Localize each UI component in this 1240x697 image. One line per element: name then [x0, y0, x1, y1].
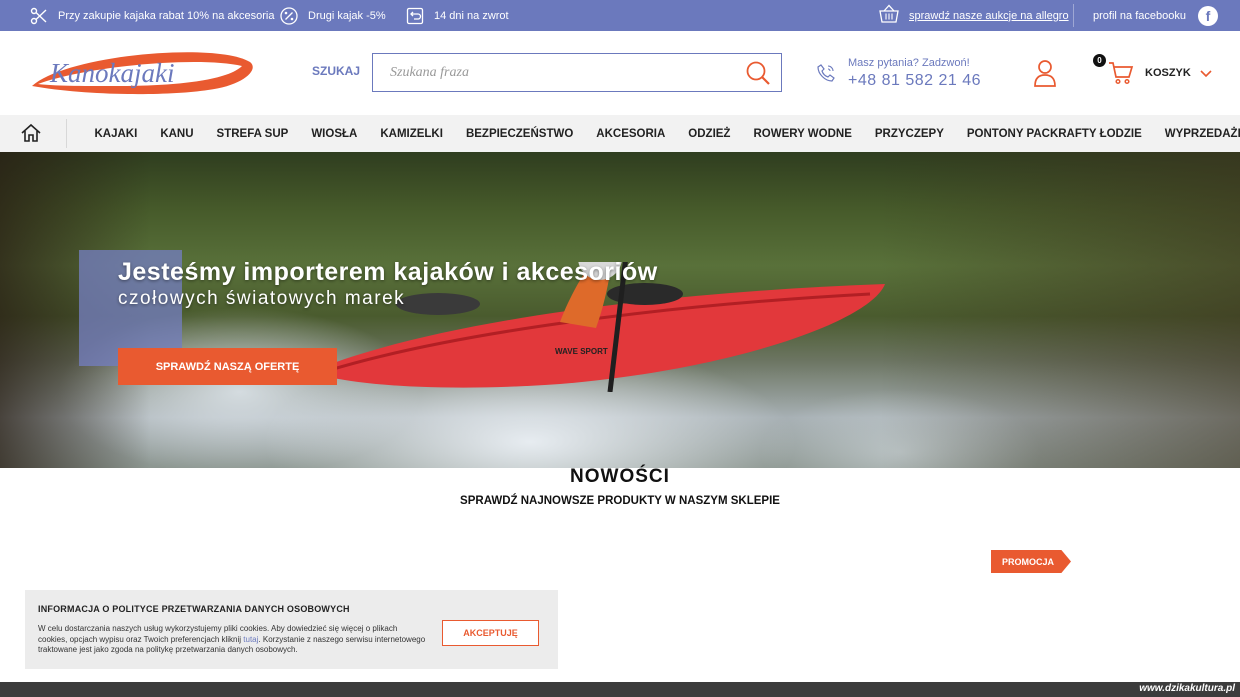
search-box	[372, 53, 782, 92]
search-label: SZUKAJ	[312, 64, 361, 78]
cookie-title: INFORMACJA O POLITYCE PRZETWARZANIA DANY…	[38, 604, 350, 614]
nav-item-akcesoria[interactable]: AKCESORIA	[585, 128, 677, 140]
hero-subtitle: czołowych światowych marek	[118, 288, 406, 309]
promo-text: 14 dni na zwrot	[434, 9, 509, 22]
search-icon[interactable]	[745, 60, 771, 86]
promo-discount: Przy zakupie kajaka rabat 10% na akcesor…	[30, 0, 274, 31]
nav-item-kanu[interactable]: KANU	[149, 128, 205, 140]
phone-question: Masz pytania? Zadzwoń!	[848, 57, 970, 69]
phone-number[interactable]: +48 81 582 21 46	[848, 72, 981, 90]
site-header: Kanokajaki SZUKAJ Masz pytania? Zadzwoń!…	[0, 31, 1240, 115]
facebook-icon[interactable]: f	[1197, 5, 1218, 26]
kayak-brand-label: WAVE SPORT	[555, 347, 608, 356]
logo-text: Kanokajaki	[49, 58, 174, 88]
offer-button[interactable]: SPRAWDŹ NASZĄ OFERTĘ	[118, 348, 337, 385]
nav-item-przyczepy[interactable]: PRZYCZEPY	[863, 128, 955, 140]
nav-item-kajaki[interactable]: KAJAKI	[83, 128, 149, 140]
nav-item-bezpieczenstwo[interactable]: BEZPIECZEŃSTWO	[454, 128, 584, 140]
nav-item-wiosla[interactable]: WIOSŁA	[300, 128, 369, 140]
promo-text: Drugi kajak -5%	[308, 9, 386, 22]
search-input[interactable]	[373, 54, 733, 91]
promo-badge: PROMOCJA	[991, 550, 1071, 573]
phone-icon	[816, 63, 836, 83]
facebook-link[interactable]: profil na facebooku f	[1093, 0, 1218, 31]
site-logo[interactable]: Kanokajaki	[28, 46, 256, 104]
cart-label[interactable]: KOSZYK	[1145, 67, 1191, 79]
footer-strip: www.dzikakultura.pl	[0, 682, 1240, 697]
basket-icon	[878, 4, 900, 27]
nav-menu: KAJAKI KANU STREFA SUP WIOSŁA KAMIZELKI …	[83, 115, 1240, 152]
promo-returns: 14 dni na zwrot	[406, 0, 509, 31]
return-icon	[406, 7, 424, 25]
percent-icon	[280, 6, 298, 25]
chevron-down-icon[interactable]	[1199, 67, 1213, 79]
nav-item-odziez[interactable]: ODZIEŻ	[677, 128, 742, 140]
promo-text: Przy zakupie kajaka rabat 10% na akcesor…	[58, 9, 275, 22]
cookie-policy-link[interactable]: tutaj	[243, 635, 258, 644]
allegro-link[interactable]: sprawdź nasze aukcje na allegro	[878, 0, 1069, 31]
home-icon[interactable]	[20, 123, 42, 143]
hero-foliage	[880, 152, 1240, 468]
hero-title: Jesteśmy importerem kajaków i akcesoriów	[118, 258, 658, 286]
facebook-link-text[interactable]: profil na facebooku	[1093, 10, 1186, 22]
accept-cookies-button[interactable]: AKCEPTUJĘ	[442, 620, 539, 646]
nav-item-pontony[interactable]: PONTONY PACKRAFTY ŁODZIE	[955, 128, 1153, 140]
divider	[1073, 4, 1074, 27]
nav-item-strefa-sup[interactable]: STREFA SUP	[205, 128, 300, 140]
section-title: NOWOŚCI	[570, 466, 670, 487]
user-account-icon[interactable]	[1033, 59, 1057, 87]
nav-item-wyprzedaze[interactable]: WYPRZEDAŻE	[1153, 128, 1240, 140]
promo-second-kayak: Drugi kajak -5%	[280, 0, 386, 31]
cookie-banner: INFORMACJA O POLITYCE PRZETWARZANIA DANY…	[25, 590, 558, 669]
divider	[66, 119, 67, 148]
main-navigation: KAJAKI KANU STREFA SUP WIOSŁA KAMIZELKI …	[0, 115, 1240, 152]
section-subtitle: SPRAWDŹ NAJNOWSZE PRODUKTY W NASZYM SKLE…	[460, 495, 780, 507]
top-bar: Przy zakupie kajaka rabat 10% na akcesor…	[0, 0, 1240, 31]
allegro-link-text[interactable]: sprawdź nasze aukcje na allegro	[909, 10, 1069, 22]
cart-count-badge: 0	[1093, 54, 1106, 67]
watermark: www.dzikakultura.pl	[1139, 683, 1235, 694]
hero-banner: WAVE SPORT Jesteśmy importerem kajaków i…	[0, 152, 1240, 468]
cookie-text: W celu dostarczania naszych usług wykorz…	[38, 624, 428, 656]
nav-item-kamizelki[interactable]: KAMIZELKI	[369, 128, 455, 140]
nav-item-rowery-wodne[interactable]: ROWERY WODNE	[742, 128, 863, 140]
scissors-icon	[30, 7, 48, 25]
cart-icon[interactable]	[1108, 61, 1134, 85]
